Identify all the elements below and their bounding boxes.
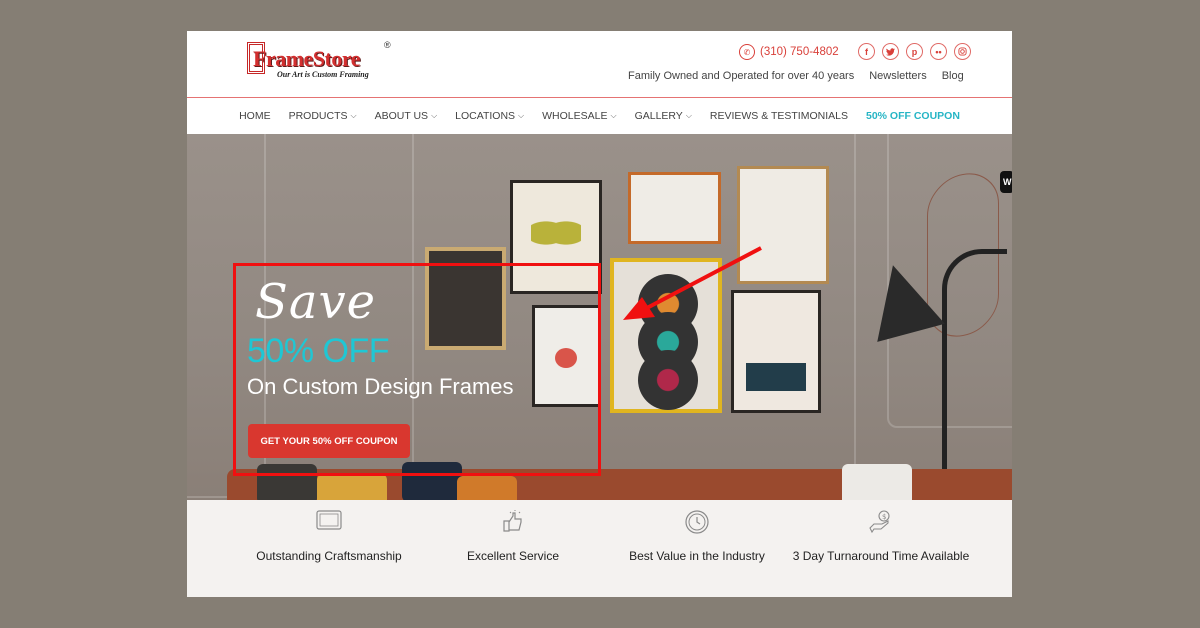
phone-icon: ✆: [739, 44, 755, 60]
nav-locations-label: LOCATIONS: [455, 110, 516, 122]
hero-subtitle: On Custom Design Frames: [247, 374, 514, 399]
blog-link[interactable]: Blog: [942, 70, 964, 82]
nav-wholesale-label: WHOLESALE: [542, 110, 608, 122]
framestore-logo[interactable]: FrameStore ® Our Art is Custom Framing: [247, 40, 397, 82]
feature-label: Excellent Service: [466, 549, 560, 563]
nav-home-label: HOME: [239, 110, 271, 122]
nav-products[interactable]: PRODUCTS ⌵: [280, 110, 366, 122]
newsletters-link[interactable]: Newsletters: [869, 70, 926, 82]
thumbs-up-icon: [500, 510, 526, 534]
feature-value: Best Value in the Industry: [602, 510, 792, 565]
feature-label: 3 Day Turnaround Time Available: [792, 549, 970, 563]
feature-craftsmanship: Outstanding Craftsmanship: [234, 510, 424, 565]
twitter-icon[interactable]: [882, 43, 899, 60]
nav-about-us-label: ABOUT US: [374, 110, 429, 122]
chevron-down-icon: ⌵: [610, 111, 617, 120]
social-links: f p ••: [858, 43, 971, 60]
hero-discount: 50% OFF: [247, 332, 389, 370]
get-coupon-button[interactable]: GET YOUR 50% OFF COUPON: [248, 424, 410, 458]
facebook-icon[interactable]: f: [858, 43, 875, 60]
nav-wholesale[interactable]: WHOLESALE ⌵: [533, 110, 625, 122]
feature-label: Best Value in the Industry: [629, 549, 765, 563]
chevron-down-icon: ⌵: [431, 111, 438, 120]
nav-reviews-testimonials[interactable]: REVIEWS & TESTIMONIALS: [701, 110, 857, 122]
hero-save-script: Save: [255, 274, 377, 330]
clock-icon: [684, 510, 710, 534]
money-hand-icon: $: [868, 510, 894, 534]
logo-wordmark: FrameStore: [253, 46, 361, 71]
features-bar: Outstanding Craftsmanship Excellent Serv…: [187, 500, 1012, 597]
site-header: FrameStore ® Our Art is Custom Framing ✆…: [187, 31, 1012, 98]
nav-gallery-label: GALLERY: [634, 110, 683, 122]
logo-tagline: Our Art is Custom Framing: [277, 70, 369, 79]
nav-home[interactable]: HOME: [230, 110, 280, 122]
feature-label: Outstanding Craftsmanship: [256, 549, 402, 563]
svg-text:$: $: [882, 513, 886, 521]
nav-reviews-label: REVIEWS & TESTIMONIALS: [709, 110, 848, 122]
nav-locations[interactable]: LOCATIONS ⌵: [446, 110, 533, 122]
main-nav: HOME PRODUCTS ⌵ ABOUT US ⌵ LOCATIONS ⌵ WHOL…: [187, 98, 1012, 134]
phone-link[interactable]: ✆ (310) 750-4802: [739, 44, 839, 60]
feature-turnaround: $ 3 Day Turnaround Time Available: [786, 510, 976, 565]
nav-about-us[interactable]: ABOUT US ⌵: [366, 110, 447, 122]
nav-gallery[interactable]: GALLERY ⌵: [626, 110, 701, 122]
family-owned-link[interactable]: Family Owned and Operated for over 40 ye…: [628, 70, 854, 82]
frame-icon: [316, 510, 342, 534]
nav-products-label: PRODUCTS: [288, 110, 348, 122]
pinterest-icon[interactable]: p: [906, 43, 923, 60]
hero-banner: W Save 50% OFF On Custom Design Frames G…: [187, 134, 1012, 500]
chevron-down-icon: ⌵: [350, 111, 357, 120]
chevron-down-icon: ⌵: [518, 111, 525, 120]
logo-registered-mark: ®: [384, 40, 391, 50]
nav-coupon[interactable]: 50% OFF COUPON: [857, 110, 969, 122]
nav-coupon-label: 50% OFF COUPON: [865, 110, 960, 122]
flickr-icon[interactable]: ••: [930, 43, 947, 60]
utility-nav: Family Owned and Operated for over 40 ye…: [628, 70, 964, 82]
instagram-icon[interactable]: [954, 43, 971, 60]
chevron-down-icon: ⌵: [685, 111, 692, 120]
feature-service: Excellent Service: [418, 510, 608, 565]
phone-number: (310) 750-4802: [760, 46, 839, 58]
webpage: FrameStore ® Our Art is Custom Framing ✆…: [187, 31, 1012, 597]
